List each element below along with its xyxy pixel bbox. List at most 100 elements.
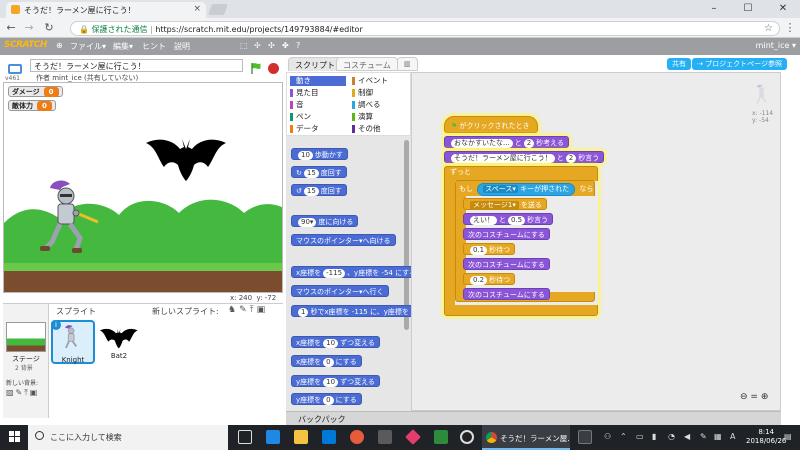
hint-menu[interactable]: ヒント — [142, 41, 166, 52]
help-tool-icon[interactable]: ? — [296, 41, 300, 50]
next-costume-block-2[interactable]: 次のコスチュームにする — [463, 258, 550, 270]
palette-motion-block[interactable]: ↻ 15 度回す — [291, 166, 347, 178]
wait1-seconds[interactable]: 0.1 — [470, 246, 488, 255]
say-for-secs-block[interactable]: そうだ！ラーメン屋に行こう！と 2 秒言う — [444, 151, 605, 163]
stop-icon[interactable] — [268, 63, 279, 74]
see-project-page-button[interactable]: ⇢ プロジェクトページ参照 — [692, 58, 787, 70]
backpack-bar[interactable]: バックパック — [286, 411, 781, 425]
taskbar-clock[interactable]: 8:14 2018/06/26 — [746, 428, 786, 446]
green-flag-icon[interactable] — [250, 62, 262, 74]
forward-icon[interactable]: → — [22, 21, 36, 35]
shrink-tool-icon[interactable]: ✤ — [282, 41, 289, 50]
palette-motion-block[interactable]: x座標を 10 ずつ変える — [291, 336, 380, 348]
zoom-reset-icon[interactable]: = — [750, 392, 758, 402]
file-explorer-icon[interactable] — [294, 430, 308, 444]
battery-icon[interactable]: ▮ — [652, 432, 656, 441]
globe-icon[interactable]: ⊕ — [56, 41, 63, 50]
app-icon-green[interactable] — [434, 430, 448, 444]
close-window-icon[interactable]: ✕ — [766, 0, 800, 18]
project-title-input[interactable]: そうだ！ラーメン屋に行こう！ — [30, 59, 243, 72]
app-icon-gray[interactable] — [378, 430, 392, 444]
palette-motion-block[interactable]: y座標を 10 ずつ変える — [291, 375, 380, 387]
file-menu[interactable]: ファイル▾ — [70, 41, 106, 52]
when-flag-clicked-block[interactable]: ⚑ がクリックされたとき — [444, 116, 538, 133]
palette-motion-block[interactable]: x座標を 0 にする — [291, 355, 362, 367]
browser-tab[interactable]: そうだ！ラーメン屋に行こう！ × — [6, 2, 206, 18]
block-arg[interactable]: 10 — [323, 339, 339, 348]
category-item[interactable]: 演算 — [352, 112, 408, 122]
scratch-logo[interactable]: SCRATCH — [4, 40, 47, 50]
minimize-icon[interactable]: – — [697, 0, 731, 18]
palette-motion-block[interactable]: x座標を -115 、y座標を -54 にする — [291, 266, 422, 278]
tab-scripts[interactable]: スクリプト — [288, 57, 342, 71]
show-hidden-icons[interactable]: ⌃ — [620, 432, 627, 441]
people-icon[interactable]: ⚇ — [604, 432, 611, 441]
next-costume-block-1[interactable]: 次のコスチュームにする — [463, 228, 550, 240]
block-arg[interactable]: 15 — [303, 169, 319, 178]
stage-thumbnail[interactable] — [6, 322, 46, 352]
think-seconds[interactable]: 2 — [523, 139, 535, 148]
close-tab-icon[interactable]: × — [193, 4, 201, 14]
say-for-secs-block-2[interactable]: えい！と 0.5 秒言う — [463, 213, 554, 225]
say2-seconds[interactable]: 0.5 — [508, 216, 526, 225]
taskbar-search[interactable]: ここに入力して検索 — [28, 425, 228, 450]
tab-sounds[interactable]: ▥ — [397, 57, 418, 71]
say2-text[interactable]: えい！ — [470, 216, 497, 225]
palette-motion-block[interactable]: ↺ 15 度回す — [291, 184, 347, 196]
ime-icon[interactable]: A — [730, 432, 735, 441]
block-arg[interactable]: 0 — [323, 396, 334, 405]
category-item[interactable]: 音 — [290, 100, 346, 110]
keyboard-icon[interactable]: ▦ — [714, 432, 722, 441]
sprite-card-knight[interactable]: i Knight — [51, 320, 95, 364]
block-arg[interactable]: 0 — [323, 358, 334, 367]
edge-icon[interactable] — [266, 430, 280, 444]
block-arg[interactable]: 90▾ — [298, 218, 317, 227]
zoom-in-icon[interactable]: ⊕ — [761, 392, 769, 402]
block-arg[interactable]: 15 — [303, 187, 319, 196]
notifications-icon[interactable]: ▤ — [784, 432, 792, 441]
duplicate-tool-icon[interactable]: ⬚ — [240, 41, 248, 50]
category-item[interactable]: ペン — [290, 112, 346, 122]
palette-motion-block[interactable]: 1 秒でx座標を -115 に、y座標を — [291, 305, 414, 317]
new-sprite-icons[interactable]: ♞✎⤒▣ — [228, 305, 268, 315]
pen-icon[interactable]: ✎ — [700, 432, 707, 441]
key-dropdown[interactable]: スペース▾ — [483, 185, 518, 193]
palette-motion-block[interactable]: マウスのポインター▾へ向ける — [291, 234, 396, 246]
palette-motion-block[interactable]: 90▾ 度に向ける — [291, 215, 359, 227]
wifi-icon[interactable]: ◔ — [668, 432, 675, 441]
task-view-icon[interactable] — [238, 430, 252, 444]
block-arg[interactable]: 10 — [323, 378, 339, 387]
category-item[interactable]: 制御 — [352, 88, 408, 98]
app-icon-orange[interactable] — [350, 430, 364, 444]
palette-scrollbar[interactable] — [404, 140, 409, 330]
edit-menu[interactable]: 編集▾ — [113, 41, 133, 52]
palette-motion-block[interactable]: y座標を 0 にする — [291, 393, 362, 405]
new-backdrop-icons[interactable]: ▨✎⤒▣ — [6, 388, 39, 398]
grow-tool-icon[interactable]: ✣ — [268, 41, 275, 50]
variable-monitor-enemy-hp[interactable]: 敵体力 0 — [8, 100, 56, 111]
windows-start-icon[interactable] — [9, 431, 20, 442]
think-text[interactable]: おなかすいたな... — [451, 139, 513, 148]
variable-monitor-damage[interactable]: ダメージ 0 — [8, 86, 63, 97]
taskbar-chrome-window[interactable]: そうだ！ラーメン屋... — [482, 425, 570, 450]
back-icon[interactable]: ← — [4, 21, 18, 35]
wait2-seconds[interactable]: 0.2 — [470, 276, 488, 285]
bookmark-star-icon[interactable]: ☆ — [764, 23, 773, 34]
zoom-controls[interactable]: ⊖ = ⊕ — [740, 392, 768, 402]
stage[interactable]: ダメージ 0 敵体力 0 — [3, 82, 283, 293]
say-seconds[interactable]: 2 — [565, 154, 577, 163]
category-item[interactable]: 調べる — [352, 100, 408, 110]
category-item[interactable]: その他 — [352, 124, 408, 134]
reload-icon[interactable]: ↻ — [42, 21, 56, 35]
say-text[interactable]: そうだ！ラーメン屋に行こう！ — [451, 154, 555, 163]
category-item[interactable]: データ — [290, 124, 346, 134]
about-menu[interactable]: 説明 — [174, 41, 190, 52]
category-item[interactable]: 動き — [290, 76, 346, 86]
sprite-card-bat2[interactable]: Bat2 — [97, 320, 141, 364]
app-icon-window[interactable] — [578, 430, 592, 444]
key-pressed-block[interactable]: スペース▾ キーが押された — [477, 183, 576, 196]
wait-block-2[interactable]: 0.2 秒待つ — [463, 273, 516, 285]
block-arg[interactable]: 10 — [298, 151, 313, 160]
category-item[interactable]: 見た目 — [290, 88, 346, 98]
chrome-menu-icon[interactable]: ⋮ — [783, 21, 797, 35]
